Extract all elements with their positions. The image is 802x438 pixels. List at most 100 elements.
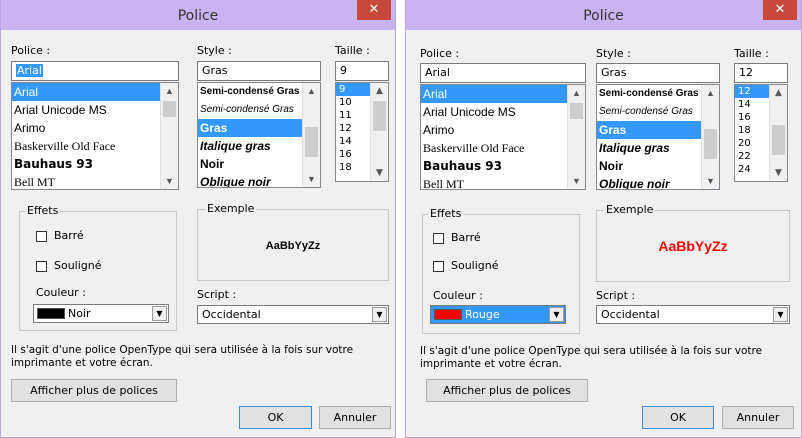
font-list-scrollbar[interactable]: ▲ ▼ bbox=[567, 85, 585, 189]
color-swatch bbox=[434, 309, 462, 320]
style-label: Style : bbox=[197, 44, 232, 57]
script-label: Script : bbox=[197, 288, 237, 301]
style-list-scrollbar[interactable]: ▲ ▼ bbox=[302, 83, 320, 187]
ok-button[interactable]: OK bbox=[642, 406, 714, 429]
sample-title: Exemple bbox=[604, 203, 656, 216]
strike-label: Barré bbox=[451, 231, 481, 244]
chevron-down-icon[interactable]: ▼ bbox=[372, 307, 387, 322]
font-list-item[interactable]: Bauhaus 93 bbox=[12, 155, 178, 173]
font-dialog-right: Police ✕ Police : Arial Arial Arial Unic… bbox=[405, 0, 802, 438]
color-select[interactable]: Rouge ▼ bbox=[430, 305, 566, 324]
scroll-thumb[interactable] bbox=[570, 103, 583, 119]
font-label: Police : bbox=[420, 47, 460, 60]
cancel-button[interactable]: Annuler bbox=[319, 406, 391, 429]
sample-preview: AaBbYyZz bbox=[658, 238, 728, 254]
chevron-down-icon[interactable]: ▼ bbox=[773, 307, 788, 322]
font-list-item[interactable]: Arial Unicode MS bbox=[12, 101, 178, 119]
script-select-value: Occidental bbox=[202, 308, 261, 321]
dialog-title: Police bbox=[583, 8, 624, 24]
title-bar[interactable]: Police ✕ bbox=[406, 0, 801, 30]
chevron-down-icon[interactable]: ▼ bbox=[549, 307, 564, 322]
color-label: Couleur : bbox=[36, 286, 86, 299]
sample-group: AaBbYyZz bbox=[596, 210, 790, 282]
size-list-scrollbar[interactable]: ▲ ▼ bbox=[769, 85, 787, 181]
chevron-down-icon[interactable]: ▼ bbox=[152, 306, 167, 321]
style-input-value: Gras bbox=[202, 64, 228, 77]
strike-checkbox[interactable] bbox=[433, 233, 444, 244]
scroll-up-icon[interactable]: ▲ bbox=[770, 85, 787, 101]
size-list[interactable]: 12 14 16 18 20 22 24 ▲ ▼ bbox=[734, 84, 788, 182]
font-list-scrollbar[interactable]: ▲ ▼ bbox=[160, 83, 178, 189]
more-fonts-button[interactable]: Afficher plus de polices bbox=[11, 379, 177, 402]
scroll-thumb[interactable] bbox=[373, 101, 386, 131]
sample-preview: AaBbYyZz bbox=[265, 240, 321, 252]
style-list[interactable]: Semi-condensé Gras Semi-condensé Gras Gr… bbox=[197, 82, 321, 188]
font-list-item[interactable]: Bauhaus 93 bbox=[421, 157, 585, 175]
font-list[interactable]: Arial Arial Unicode MS Arimo Baskerville… bbox=[420, 84, 586, 190]
title-bar[interactable]: Police ✕ bbox=[1, 0, 395, 30]
script-select-value: Occidental bbox=[601, 308, 660, 321]
close-button[interactable]: ✕ bbox=[357, 0, 391, 20]
font-list-item[interactable]: Baskerville Old Face bbox=[421, 139, 585, 157]
style-input-value: Gras bbox=[601, 66, 627, 79]
scroll-up-icon[interactable]: ▲ bbox=[303, 83, 320, 99]
font-input[interactable]: Arial bbox=[11, 61, 179, 81]
scroll-down-icon[interactable]: ▼ bbox=[568, 173, 585, 189]
sample-group: AaBbYyZz bbox=[197, 209, 389, 281]
scroll-up-icon[interactable]: ▲ bbox=[702, 85, 719, 101]
color-select[interactable]: Noir ▼ bbox=[33, 304, 169, 323]
more-fonts-button[interactable]: Afficher plus de polices bbox=[426, 379, 588, 402]
sample-title: Exemple bbox=[205, 202, 257, 215]
size-label: Taille : bbox=[335, 44, 370, 57]
scroll-thumb[interactable] bbox=[772, 125, 785, 155]
underline-label: Souligné bbox=[451, 259, 499, 272]
script-label: Script : bbox=[596, 289, 636, 302]
scroll-thumb[interactable] bbox=[305, 127, 318, 157]
size-input[interactable]: 12 bbox=[734, 63, 788, 83]
script-select[interactable]: Occidental ▼ bbox=[596, 305, 790, 324]
underline-checkbox[interactable] bbox=[433, 261, 444, 272]
style-list[interactable]: Semi-condensé Gras Semi-condensé Gras Gr… bbox=[596, 84, 720, 190]
cancel-button[interactable]: Annuler bbox=[722, 406, 794, 429]
size-input[interactable]: 9 bbox=[335, 61, 389, 81]
style-input[interactable]: Gras bbox=[596, 63, 720, 83]
scroll-thumb[interactable] bbox=[704, 129, 717, 159]
font-input-value: Arial bbox=[16, 64, 43, 77]
scroll-thumb[interactable] bbox=[163, 101, 176, 117]
font-list-item[interactable]: Arial Unicode MS bbox=[421, 103, 585, 121]
underline-label: Souligné bbox=[54, 259, 102, 272]
font-list-item[interactable]: Bell MT bbox=[12, 173, 178, 189]
font-list-item[interactable]: Arimo bbox=[12, 119, 178, 137]
font-list-item[interactable]: Arimo bbox=[421, 121, 585, 139]
color-swatch bbox=[37, 308, 65, 319]
scroll-up-icon[interactable]: ▲ bbox=[568, 85, 585, 101]
font-list-item[interactable]: Baskerville Old Face bbox=[12, 137, 178, 155]
scroll-down-icon[interactable]: ▼ bbox=[371, 165, 388, 181]
size-input-value: 9 bbox=[340, 64, 347, 77]
ok-button[interactable]: OK bbox=[239, 406, 312, 429]
close-button[interactable]: ✕ bbox=[763, 0, 797, 20]
color-select-value: Rouge bbox=[465, 308, 500, 321]
font-list-item[interactable]: Bell MT bbox=[421, 175, 585, 189]
scroll-down-icon[interactable]: ▼ bbox=[770, 165, 787, 181]
font-list[interactable]: Arial Arial Unicode MS Arimo Baskerville… bbox=[11, 82, 179, 190]
size-list-scrollbar[interactable]: ▲ ▼ bbox=[370, 83, 388, 181]
style-list-scrollbar[interactable]: ▲ ▼ bbox=[701, 85, 719, 189]
scroll-up-icon[interactable]: ▲ bbox=[371, 83, 388, 99]
scroll-down-icon[interactable]: ▼ bbox=[702, 173, 719, 189]
info-text: Il s'agit d'une police OpenType qui sera… bbox=[420, 345, 762, 371]
info-line-1: Il s'agit d'une police OpenType qui sera… bbox=[420, 345, 763, 357]
style-input[interactable]: Gras bbox=[197, 61, 321, 81]
scroll-down-icon[interactable]: ▼ bbox=[303, 171, 320, 187]
underline-checkbox[interactable] bbox=[36, 261, 47, 272]
script-select[interactable]: Occidental ▼ bbox=[197, 305, 389, 324]
font-dialog-left: Police ✕ Police : Arial Arial Arial Unic… bbox=[0, 0, 396, 438]
font-list-item[interactable]: Arial bbox=[421, 85, 585, 103]
font-input-value: Arial bbox=[425, 66, 450, 79]
strike-checkbox[interactable] bbox=[36, 231, 47, 242]
font-list-item[interactable]: Arial bbox=[12, 83, 178, 101]
scroll-up-icon[interactable]: ▲ bbox=[161, 83, 178, 99]
scroll-down-icon[interactable]: ▼ bbox=[161, 173, 178, 189]
font-input[interactable]: Arial bbox=[420, 63, 586, 83]
size-list[interactable]: 9 10 11 12 14 16 18 ▲ ▼ bbox=[335, 82, 389, 182]
